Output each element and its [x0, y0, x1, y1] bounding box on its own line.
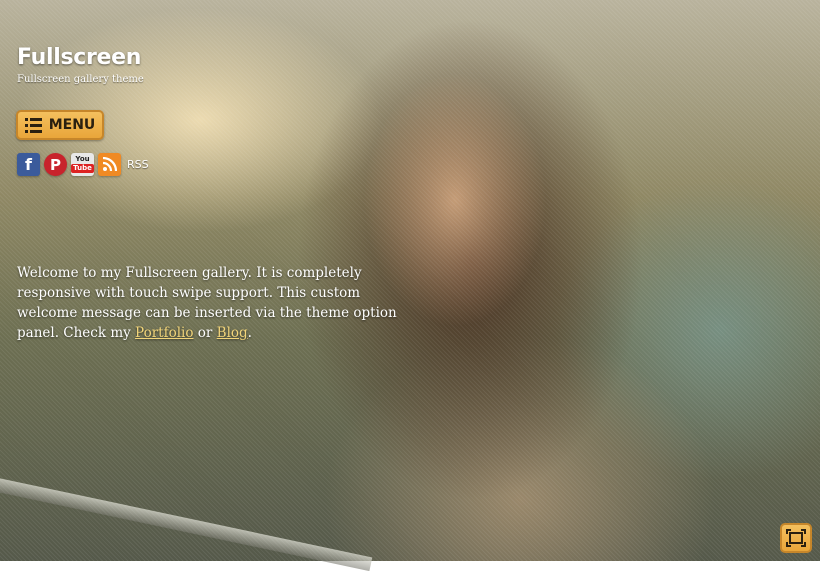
rss-icon[interactable] — [98, 153, 121, 176]
site-title[interactable]: Fullscreen — [17, 45, 144, 70]
fullscreen-icon — [786, 529, 806, 547]
site-tagline: Fullscreen gallery theme — [17, 74, 144, 85]
facebook-icon[interactable]: f — [17, 153, 40, 176]
menu-label: MENU — [48, 117, 96, 133]
portfolio-link[interactable]: Portfolio — [135, 325, 193, 341]
fullscreen-button[interactable] — [780, 523, 812, 553]
site-header: Fullscreen Fullscreen gallery theme — [17, 45, 144, 85]
blog-link[interactable]: Blog — [217, 325, 248, 341]
youtube-icon[interactable]: You Tube — [71, 153, 94, 176]
rss-label[interactable]: RSS — [127, 158, 149, 171]
menu-button[interactable]: MENU — [16, 110, 104, 140]
pinterest-icon[interactable]: P — [44, 153, 67, 176]
list-icon — [24, 117, 42, 133]
welcome-message: Welcome to my Fullscreen gallery. It is … — [17, 265, 397, 341]
social-links: f P You Tube RSS — [17, 153, 149, 176]
